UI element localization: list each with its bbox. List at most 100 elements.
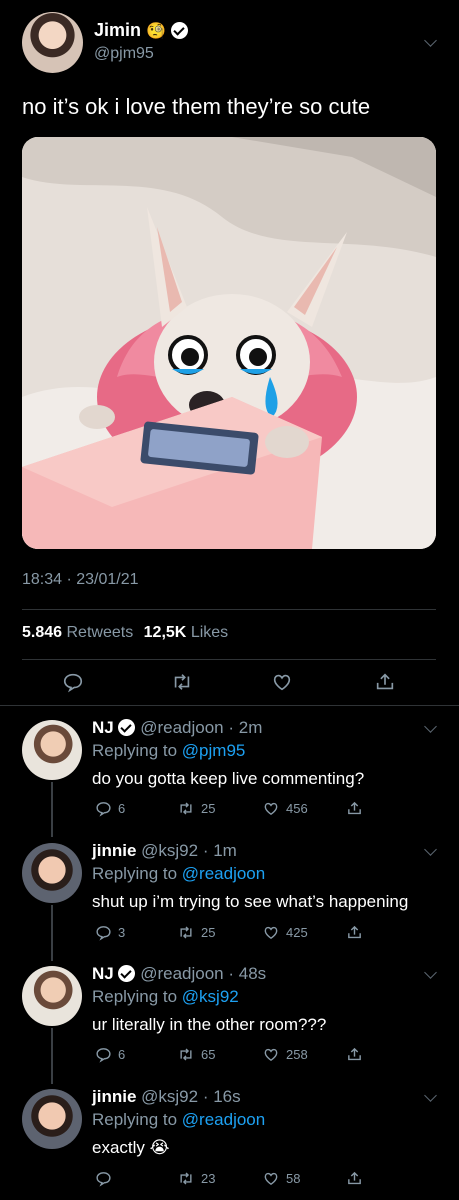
chevron-down-icon[interactable] (424, 843, 437, 856)
like-button[interactable]: 456 (262, 800, 308, 817)
likes-count[interactable]: 12,5K (144, 624, 187, 641)
like-icon (264, 926, 278, 940)
replying-label: Replying to (92, 1110, 178, 1129)
replying-to: Replying to @pjm95 (92, 741, 245, 761)
replying-to: Replying to @readjoon (92, 864, 265, 884)
reply-text: exactly 😭 (92, 1138, 170, 1158)
like-icon (264, 802, 278, 816)
replying-to-link[interactable]: @ksj92 (182, 987, 239, 1006)
retweet-count: 25 (201, 801, 216, 816)
share-icon (348, 801, 361, 815)
reply-count: 6 (118, 1047, 126, 1062)
reply-time[interactable]: · 1m (203, 841, 237, 860)
reply-button[interactable]: 6 (95, 800, 125, 817)
replying-to: Replying to @readjoon (92, 1110, 265, 1130)
tweet-image[interactable] (22, 137, 436, 549)
tweet-timestamp[interactable]: 18:34 · 23/01/21 (22, 571, 139, 589)
author-name[interactable]: Jimin 🧐 (94, 20, 188, 41)
avatar-nj[interactable] (22, 966, 82, 1026)
like-icon (264, 1172, 278, 1186)
avatar-jimin[interactable] (22, 12, 83, 73)
reply-count: 6 (118, 801, 126, 816)
name-emoji: 🧐 (146, 23, 166, 40)
reply-time[interactable]: · 48s (228, 964, 266, 983)
reply-author-name[interactable]: NJ (92, 718, 114, 737)
reply-author-name[interactable]: NJ (92, 964, 114, 983)
share-button[interactable] (346, 924, 363, 941)
replying-to-link[interactable]: @readjoon (182, 864, 265, 883)
thread-line (51, 782, 53, 837)
reply-button[interactable] (62, 671, 84, 698)
chevron-down-icon[interactable] (424, 720, 437, 733)
reply-icon (96, 1048, 111, 1063)
divider (0, 705, 459, 706)
reply-time[interactable]: · 16s (203, 1087, 241, 1106)
author-handle[interactable]: @pjm95 (94, 45, 154, 63)
share-button[interactable] (346, 1170, 363, 1187)
like-button[interactable]: 425 (262, 924, 308, 941)
reply-icon (63, 673, 83, 693)
share-icon (348, 1171, 361, 1185)
retweet-button[interactable]: 23 (177, 1170, 215, 1187)
like-icon (273, 674, 291, 691)
thread-line (51, 1028, 53, 1084)
retweets-label[interactable]: Retweets (67, 624, 134, 641)
replying-to-link[interactable]: @readjoon (182, 1110, 265, 1129)
like-button[interactable] (271, 671, 293, 698)
share-button[interactable] (346, 800, 363, 817)
reply-text: shut up i’m trying to see what’s happeni… (92, 892, 409, 911)
likes-label[interactable]: Likes (191, 624, 228, 641)
verified-icon (170, 22, 188, 39)
like-count: 258 (286, 1047, 308, 1062)
chevron-down-icon[interactable] (424, 34, 437, 47)
reply-icon (96, 1172, 111, 1187)
avatar-jinnie[interactable] (22, 1089, 82, 1149)
reply-author-handle[interactable]: @readjoon (140, 718, 223, 737)
retweet-icon (180, 802, 192, 815)
avatar-jinnie[interactable] (22, 843, 82, 903)
reply-header: jinnie @ksj92 · 1m (92, 841, 237, 861)
retweet-button[interactable]: 25 (177, 924, 215, 941)
retweet-button[interactable]: 25 (177, 800, 215, 817)
reply-button[interactable]: 3 (95, 924, 125, 941)
chevron-down-icon[interactable] (424, 966, 437, 979)
avatar-nj[interactable] (22, 720, 82, 780)
chevron-down-icon[interactable] (424, 1089, 437, 1102)
like-button[interactable]: 58 (262, 1170, 300, 1187)
retweets-count[interactable]: 5.846 (22, 624, 62, 641)
share-button[interactable] (374, 671, 396, 698)
retweet-count: 25 (201, 925, 216, 940)
retweet-button[interactable] (170, 671, 194, 698)
retweet-count: 65 (201, 1047, 216, 1062)
replying-to-link[interactable]: @pjm95 (182, 741, 246, 760)
like-button[interactable]: 258 (262, 1046, 308, 1063)
verified-icon (118, 965, 136, 982)
divider (22, 609, 436, 610)
reply-author-handle[interactable]: @readjoon (140, 964, 223, 983)
reply-author-handle[interactable]: @ksj92 (141, 841, 198, 860)
retweet-icon (180, 1172, 192, 1185)
like-count: 456 (286, 801, 308, 816)
reply-time[interactable]: · 2m (228, 718, 262, 737)
reply-author-name[interactable]: jinnie (92, 1087, 136, 1106)
like-count: 425 (286, 925, 308, 940)
share-icon (376, 673, 394, 690)
reply-icon (96, 802, 111, 817)
thread-line (51, 905, 53, 961)
reply-button[interactable]: 6 (95, 1046, 125, 1063)
share-button[interactable] (346, 1046, 363, 1063)
reply-author-name[interactable]: jinnie (92, 841, 136, 860)
like-count: 58 (286, 1171, 301, 1186)
reply-header: NJ @readjoon · 2m (92, 718, 262, 738)
tweet-stats: 5.846 Retweets 12,5K Likes (22, 624, 228, 642)
retweet-count: 23 (201, 1171, 216, 1186)
crying-emoji: 😭 (149, 1138, 170, 1157)
retweet-button[interactable]: 65 (177, 1046, 215, 1063)
reply-count: 3 (118, 925, 126, 940)
reply-header: jinnie @ksj92 · 16s (92, 1087, 241, 1107)
reply-button[interactable] (95, 1170, 112, 1187)
reply-header: NJ @readjoon · 48s (92, 964, 266, 984)
tweet-text: no it’s ok i love them they’re so cute (22, 94, 371, 119)
replying-label: Replying to (92, 864, 178, 883)
reply-author-handle[interactable]: @ksj92 (141, 1087, 198, 1106)
